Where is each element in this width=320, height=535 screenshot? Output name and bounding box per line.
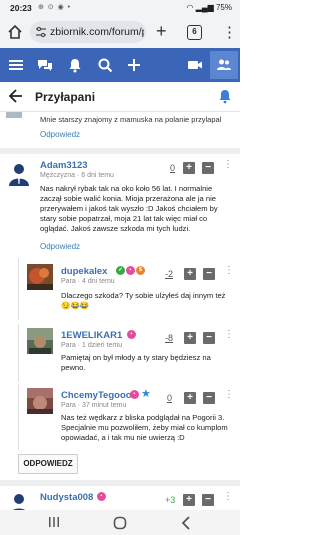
post-text: Pamiętaj on był młody a ty stary będzies… bbox=[61, 353, 211, 372]
more-options-icon[interactable]: ⋮ bbox=[223, 492, 233, 507]
avatar bbox=[27, 264, 53, 290]
more-options-icon[interactable]: ⋮ bbox=[224, 266, 234, 281]
coin-icon: $ bbox=[136, 266, 145, 275]
address-bar[interactable]: zbiornik.com/forum/p bbox=[30, 21, 146, 43]
back-nav-icon[interactable] bbox=[180, 516, 192, 530]
verified-icon: ✓ bbox=[116, 266, 125, 275]
subscribe-bell-icon[interactable] bbox=[218, 89, 232, 104]
battery-level: 75% bbox=[215, 3, 232, 12]
vote-score: -2 bbox=[165, 269, 174, 279]
site-nav bbox=[0, 48, 240, 82]
downvote-button[interactable]: − bbox=[203, 332, 215, 344]
signal-icon: ▂▄▆ bbox=[195, 3, 214, 12]
new-tab-icon[interactable]: + bbox=[156, 21, 167, 42]
post-text: Nas nakrył rybak tak na oko koło 56 lat.… bbox=[40, 184, 218, 233]
notifications-icon[interactable] bbox=[67, 57, 83, 73]
star-icon: ★ bbox=[141, 388, 151, 400]
author-name[interactable]: 1EWELIKAR1 bbox=[61, 330, 122, 341]
author-meta: Para · 4 dni temu bbox=[61, 278, 115, 285]
tab-count-button[interactable]: 6 bbox=[187, 25, 202, 40]
reply-link[interactable]: Odpowiedz bbox=[40, 242, 80, 251]
browser-toolbar: zbiornik.com/forum/p + 6 ⋮ bbox=[0, 16, 240, 48]
downvote-button[interactable]: − bbox=[202, 494, 214, 506]
avatar bbox=[6, 160, 32, 186]
upvote-button[interactable]: + bbox=[183, 494, 195, 506]
post: Adam3123 Mężczyzna · 6 dni temu 0 + − ⋮ … bbox=[0, 154, 240, 256]
site-settings-icon[interactable] bbox=[35, 26, 47, 38]
recent-apps-icon[interactable] bbox=[47, 516, 61, 528]
post: Nudysta008 ▪ +3 + − ⋮ bbox=[0, 486, 240, 510]
system-nav-bar bbox=[0, 510, 240, 535]
post-text: Nas też wędkarz z bliska podglądał na Po… bbox=[61, 413, 228, 442]
vote-score: +3 bbox=[165, 495, 176, 505]
avatar bbox=[27, 328, 53, 354]
vip-badge: ▪ bbox=[97, 492, 106, 501]
post: ChcemyTegooo ▪ ★ Para · 37 minut temu 0 … bbox=[18, 384, 240, 450]
plus-icon[interactable] bbox=[126, 57, 142, 73]
more-options-icon[interactable]: ⋮ bbox=[224, 330, 234, 345]
author-name[interactable]: Adam3123 bbox=[40, 160, 88, 171]
users-icon[interactable] bbox=[216, 57, 232, 73]
downvote-button[interactable]: − bbox=[203, 392, 215, 404]
vip-badge: ▪ bbox=[126, 266, 135, 275]
reply-button[interactable]: ODPOWIEDZ bbox=[18, 454, 78, 474]
post-text: Dlaczego szkoda? Ty sobie ulżyłeś daj in… bbox=[61, 291, 226, 310]
browser-menu-icon[interactable]: ⋮ bbox=[222, 23, 237, 41]
avatar bbox=[6, 490, 32, 510]
more-options-icon[interactable]: ⋮ bbox=[224, 390, 234, 405]
author-name[interactable]: Nudysta008 bbox=[40, 492, 93, 503]
vip-badge: ▪ bbox=[127, 330, 136, 339]
notification-icons: ⊕ ⊙ ◉ • bbox=[38, 4, 72, 11]
avatar bbox=[6, 112, 22, 118]
status-right: ◠ ▂▄▆ 75% bbox=[187, 3, 232, 12]
previous-post: Mnie starszy znajomy z mamuska na polani… bbox=[0, 112, 240, 148]
wifi-icon: ◠ bbox=[186, 3, 194, 12]
author-name[interactable]: ChcemyTegooo bbox=[61, 390, 132, 401]
vote-score: 0 bbox=[167, 393, 173, 403]
upvote-button[interactable]: + bbox=[184, 392, 196, 404]
vote-score: -8 bbox=[165, 333, 174, 343]
author-name[interactable]: dupekalex bbox=[61, 266, 107, 277]
upvote-button[interactable]: + bbox=[183, 162, 195, 174]
vip-badge: ▪ bbox=[130, 390, 139, 399]
author-meta: Para · 1 dzień temu bbox=[61, 342, 123, 349]
more-options-icon[interactable]: ⋮ bbox=[223, 160, 233, 175]
topic-title: Przyłapani bbox=[35, 90, 96, 104]
post: 1EWELIKAR1 ▪ Para · 1 dzień temu -8 + − … bbox=[18, 324, 240, 382]
search-icon[interactable] bbox=[97, 57, 113, 73]
status-bar: 20:23 ⊕ ⊙ ◉ • ◠ ▂▄▆ 75% bbox=[0, 0, 240, 16]
avatar bbox=[27, 388, 53, 414]
downvote-button[interactable]: − bbox=[203, 268, 215, 280]
video-icon[interactable] bbox=[187, 57, 203, 73]
reply-link[interactable]: Odpowiedz bbox=[40, 130, 80, 139]
vote-score: 0 bbox=[170, 163, 176, 173]
home-button-icon[interactable] bbox=[113, 516, 127, 530]
upvote-button[interactable]: + bbox=[184, 268, 196, 280]
author-meta: Para · 37 minut temu bbox=[61, 402, 127, 409]
url-text: zbiornik.com/forum/p bbox=[50, 26, 144, 38]
status-time: 20:23 bbox=[10, 3, 32, 13]
messages-icon[interactable] bbox=[37, 57, 53, 73]
topic-header: Przyłapani bbox=[0, 82, 240, 112]
post-text: Mnie starszy znajomy z mamuska na polani… bbox=[40, 115, 222, 124]
author-meta: Mężczyzna · 6 dni temu bbox=[40, 172, 114, 179]
home-icon[interactable] bbox=[7, 24, 23, 40]
post: dupekalex ✓ ▪ $ Para · 4 dni temu -2 + −… bbox=[18, 258, 240, 320]
menu-icon[interactable] bbox=[8, 57, 24, 73]
upvote-button[interactable]: + bbox=[184, 332, 196, 344]
downvote-button[interactable]: − bbox=[202, 162, 214, 174]
back-arrow-icon[interactable] bbox=[9, 89, 23, 103]
